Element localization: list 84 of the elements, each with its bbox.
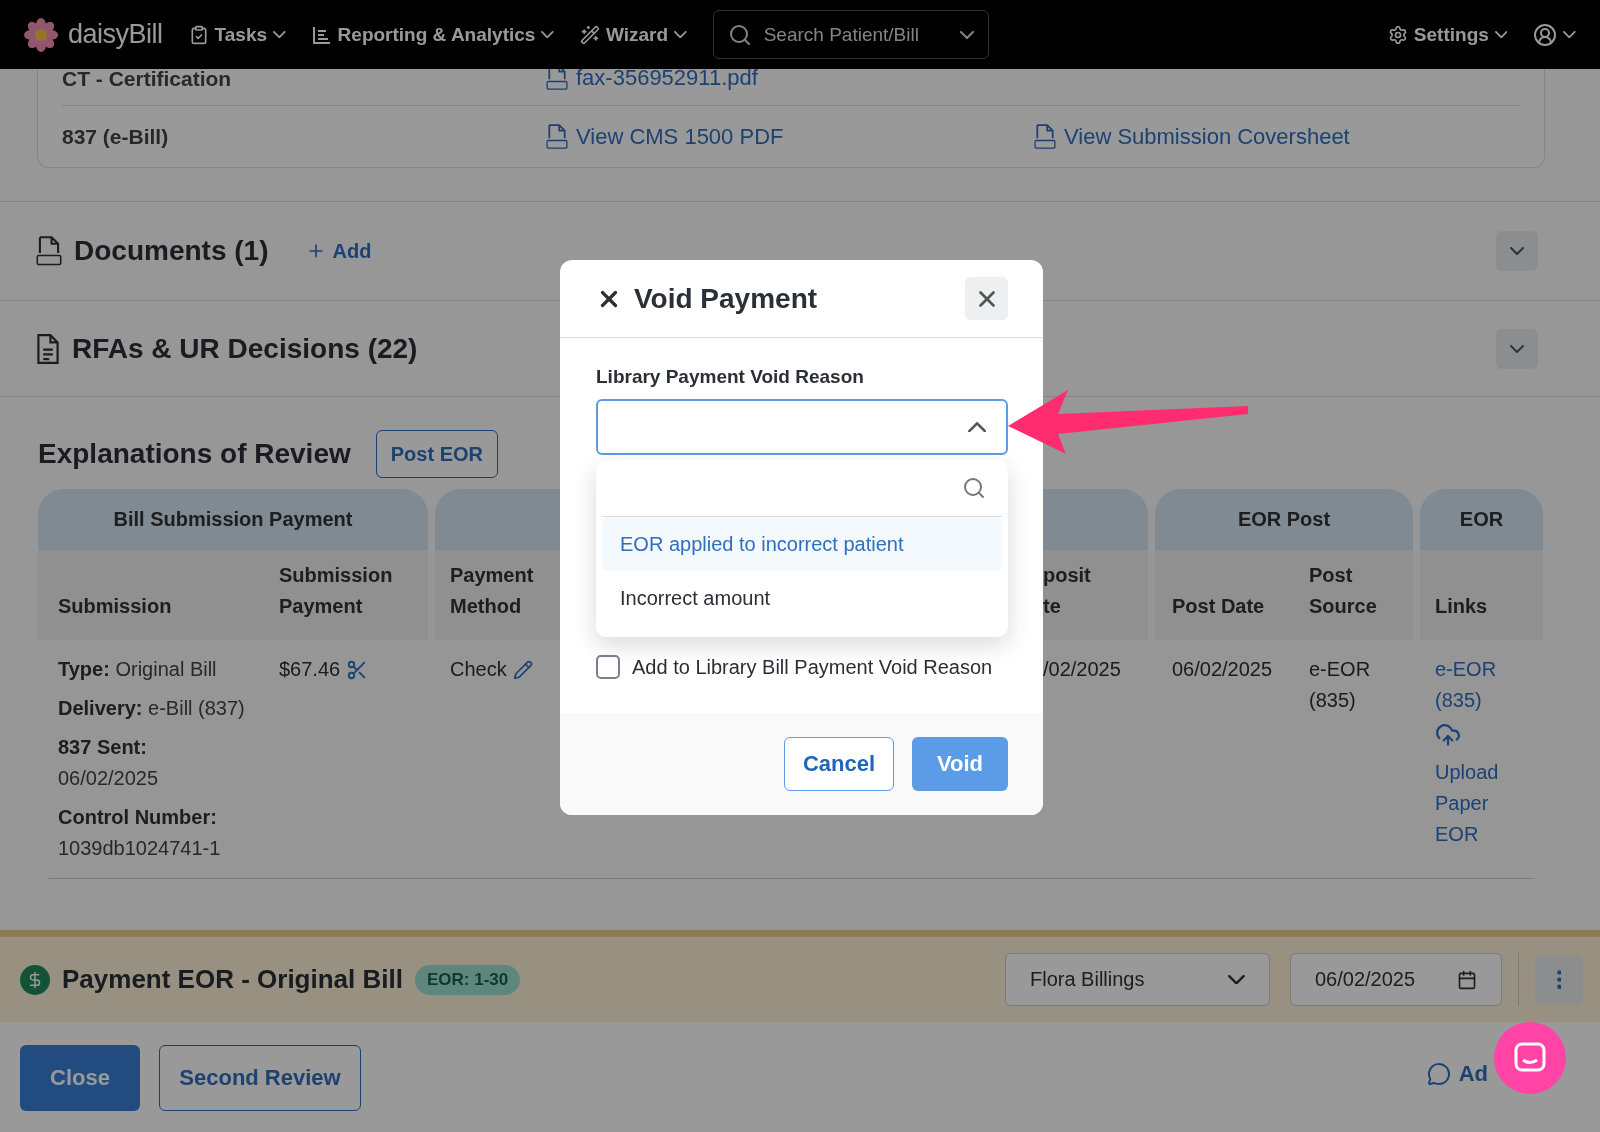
settings-menu[interactable]: Settings <box>1387 23 1508 46</box>
payment-title: Payment EOR - Original Bill <box>62 964 403 995</box>
column-header: Payment Method <box>435 550 560 640</box>
chevron-down-icon <box>273 30 286 39</box>
assignee-select[interactable]: Flora Billings <box>1005 953 1270 1006</box>
chevron-down-icon <box>1510 247 1524 255</box>
checkbox[interactable] <box>596 655 620 679</box>
post-eor-button[interactable]: Post EOR <box>375 430 498 478</box>
chevron-down-icon <box>674 30 687 39</box>
column-header: Submission Payment <box>270 550 428 640</box>
payment-method: Check <box>450 657 507 682</box>
post-source: e-EOR (835) <box>1309 658 1371 711</box>
document-icon <box>36 333 60 364</box>
expand-button[interactable] <box>1496 231 1538 271</box>
calendar-icon <box>1457 969 1477 990</box>
dollar-icon <box>20 964 50 995</box>
reason-select[interactable] <box>596 399 1008 455</box>
chevron-up-icon <box>967 421 986 433</box>
settings-icon <box>1387 24 1408 45</box>
section-title: Documents (1) <box>74 235 269 267</box>
expand-button[interactable] <box>1496 328 1538 369</box>
add-link[interactable]: Add <box>306 239 372 263</box>
document-link[interactable]: View Submission Coversheet <box>1034 124 1520 150</box>
close-button[interactable] <box>965 277 1008 320</box>
column-header: Post Date <box>1155 550 1299 640</box>
group-header: EOR Post <box>1155 489 1413 550</box>
pdf-file-icon <box>36 236 62 266</box>
document-link[interactable]: View CMS 1500 PDF <box>546 124 1034 150</box>
document-link[interactable]: fax-356952911.pdf <box>546 65 1034 91</box>
upload-link[interactable]: Upload Paper EOR <box>1435 757 1537 850</box>
search-icon <box>962 476 986 500</box>
post-date: 06/02/2025 <box>1172 658 1273 680</box>
close-button[interactable]: Close <box>20 1045 140 1111</box>
submission-type: CT - Certification <box>62 67 233 91</box>
pdf-file-icon <box>546 124 568 150</box>
brand-name: daisyBill <box>68 19 163 50</box>
search-input[interactable]: Search Patient/Bill <box>761 22 950 47</box>
chevron-down-icon <box>959 30 974 39</box>
search-icon <box>727 22 752 47</box>
group-header: Bill Submission Payment <box>38 489 428 550</box>
payment-amount: $67.46 <box>279 657 341 682</box>
eor-link[interactable]: e-EOR (835) <box>1435 654 1537 716</box>
column-header: Post Source <box>1299 550 1413 640</box>
field-label: Library Payment Void Reason <box>596 366 865 388</box>
daisy-logo-icon[interactable] <box>24 17 58 52</box>
group-header: EOR <box>1420 489 1543 550</box>
section-title: RFAs & UR Decisions (22) <box>72 332 418 365</box>
speech-bubble-icon <box>1426 1062 1451 1086</box>
user-menu[interactable] <box>1533 22 1576 47</box>
dialog-title: Void Payment <box>634 282 819 315</box>
deposit-date: /02/2025 <box>1043 658 1121 680</box>
nav-menu[interactable]: Tasks <box>188 23 286 46</box>
cloud-upload-icon[interactable] <box>1435 722 1461 748</box>
chevron-down-icon <box>1494 30 1508 39</box>
chevron-down-icon <box>1510 344 1524 353</box>
chevron-down-icon <box>1563 30 1576 39</box>
bar-chart-icon <box>311 24 332 45</box>
checkbox-label: Add to Library Bill Payment Void Reason <box>632 655 993 679</box>
submission-detail: Delivery: e-Bill (837) <box>58 696 246 721</box>
magic-wand-icon <box>579 24 600 45</box>
submission-detail: 837 Sent: 06/02/2025 <box>58 735 160 791</box>
search-field[interactable]: Search Patient/Bill <box>712 10 989 59</box>
chevron-down-icon <box>1228 974 1245 985</box>
chat-icon <box>1513 1041 1547 1075</box>
cancel-button[interactable]: Cancel <box>784 737 894 791</box>
submission-type: 837 (e-Bill) <box>62 125 170 149</box>
section-title: Explanations of Review <box>38 438 351 470</box>
column-header: Submission <box>38 550 270 640</box>
column-header: Links <box>1420 550 1543 640</box>
nav-menu[interactable]: Wizard <box>579 23 687 46</box>
second-review-button[interactable]: Second Review <box>159 1045 361 1111</box>
pdf-file-icon <box>1034 124 1056 150</box>
chevron-down-icon <box>541 30 554 39</box>
void-button[interactable]: Void <box>912 737 1008 791</box>
eor-badge: EOR: 1-30 <box>414 964 521 995</box>
nav-menu[interactable]: Reporting & Analytics <box>311 23 554 46</box>
submission-detail: Control Number: 1039db1024741-1 <box>58 805 222 861</box>
user-icon <box>1533 22 1558 47</box>
pencil-icon[interactable] <box>512 659 533 680</box>
dropdown-option[interactable]: EOR applied to incorrect patient <box>602 517 1002 571</box>
date-field[interactable]: 06/02/2025 <box>1290 953 1502 1006</box>
add-note-link[interactable]: Ad <box>1426 1061 1488 1087</box>
submission-detail: Type: Original Bill <box>58 657 218 682</box>
kebab-icon <box>1556 969 1562 990</box>
